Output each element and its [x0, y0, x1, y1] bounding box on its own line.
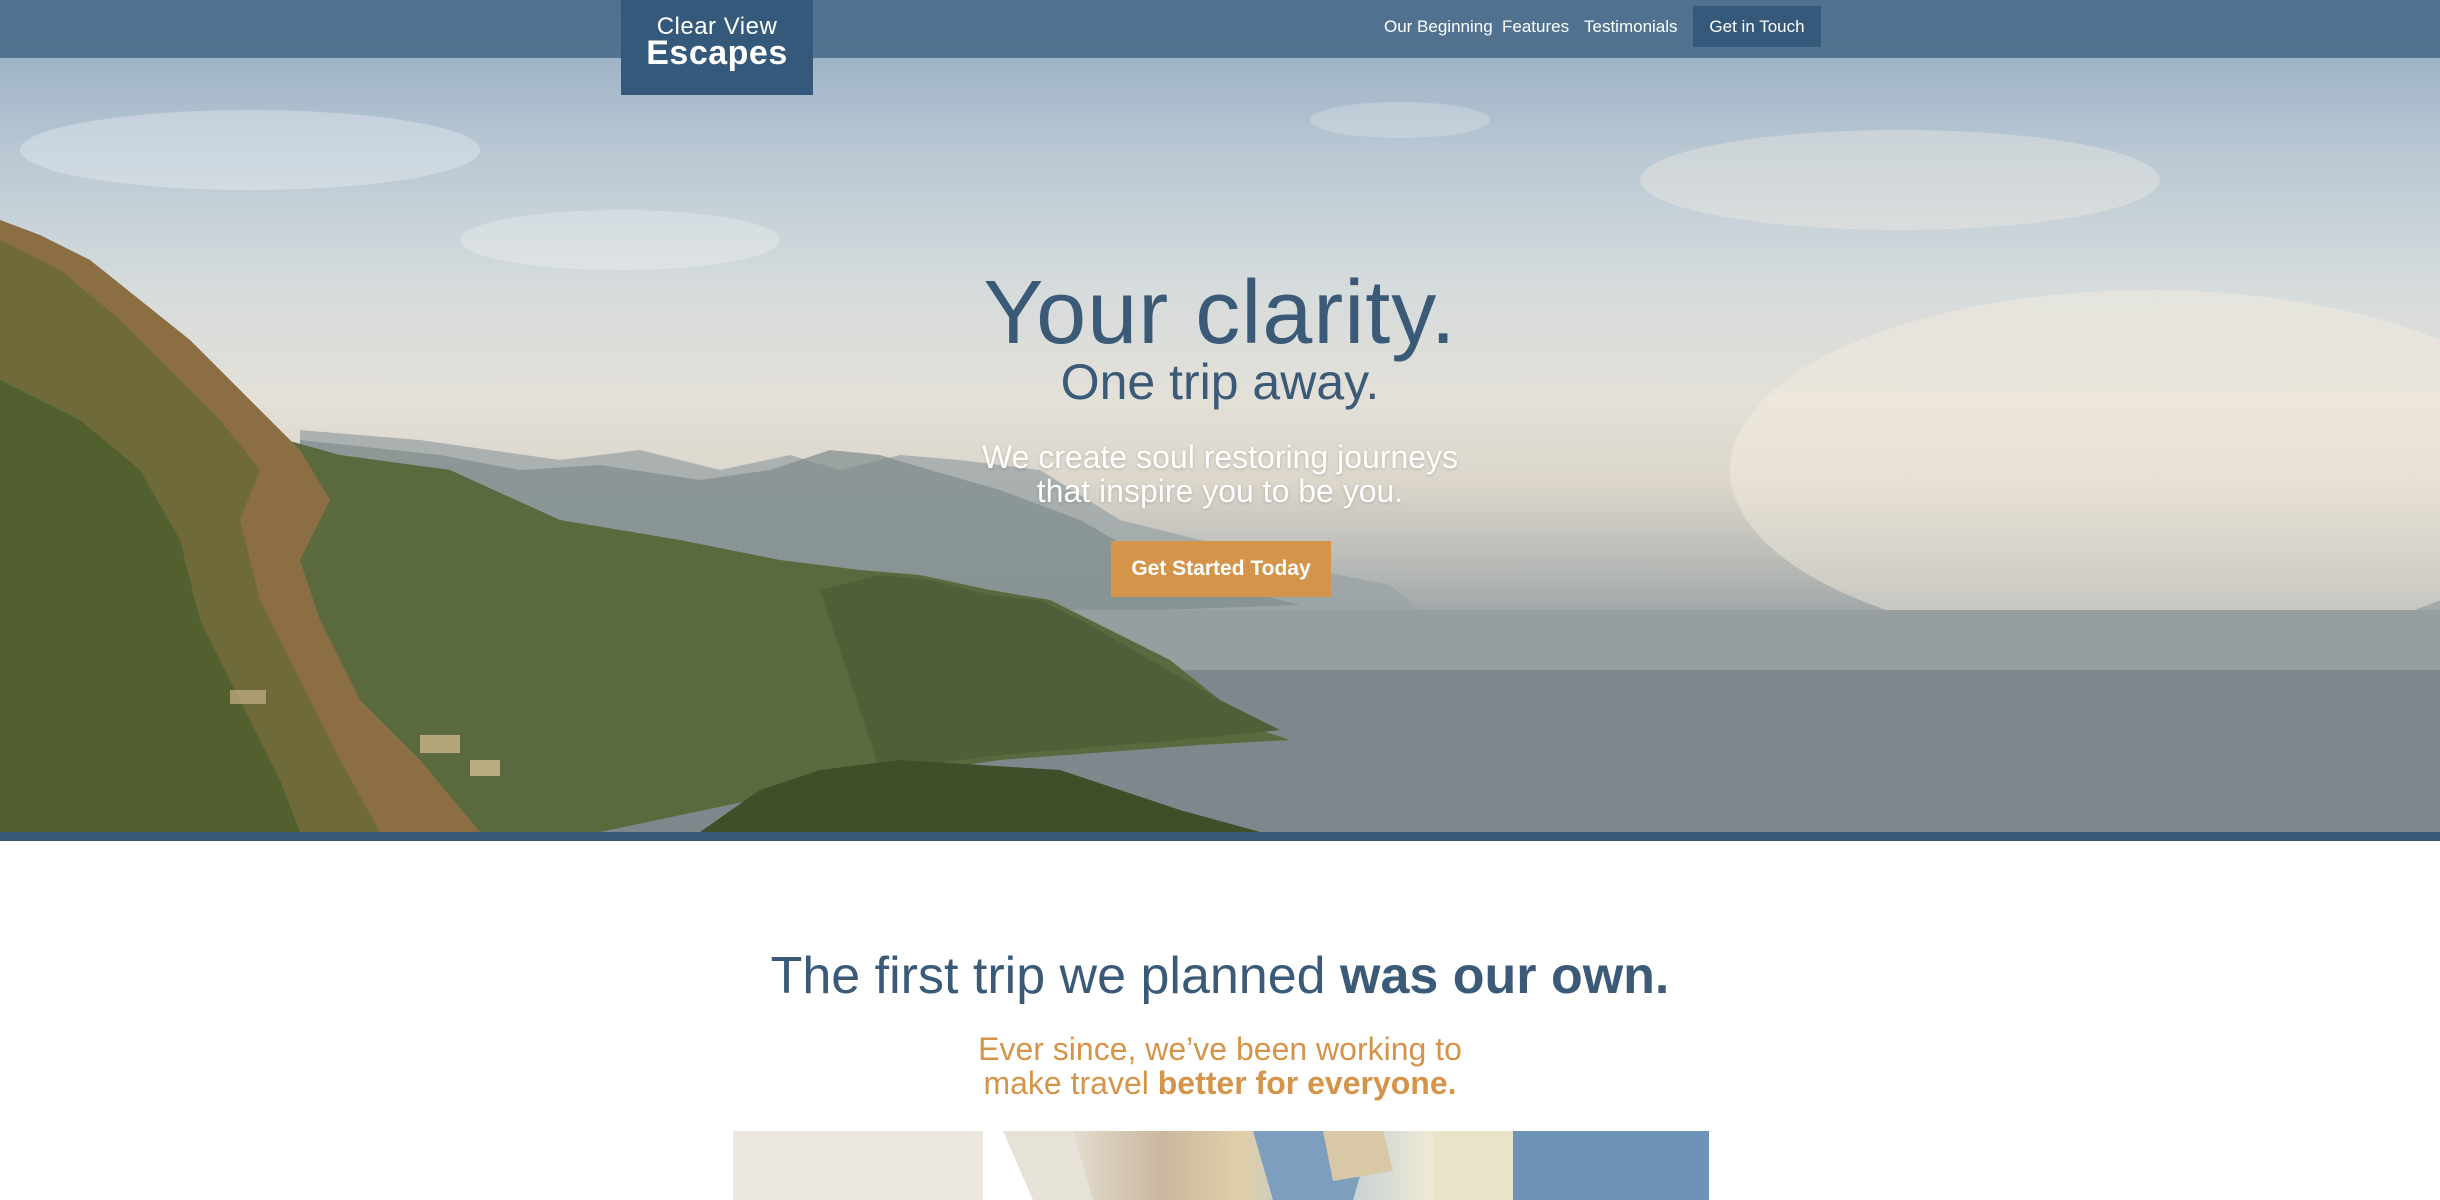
- top-navbar: [0, 0, 2440, 58]
- section-subtitle-line1: Ever since, we’ve been working to: [978, 1031, 1462, 1067]
- section-subtitle-light: make travel: [983, 1065, 1149, 1101]
- get-in-touch-button[interactable]: Get in Touch: [1693, 6, 1821, 47]
- hero-title: Your clarity.: [983, 263, 1457, 363]
- nav-link-our-beginning[interactable]: Our Beginning: [1384, 17, 1493, 37]
- travelers-photo-art: [733, 1131, 1709, 1200]
- section-title: The first trip we planned was our own.: [0, 946, 2440, 1006]
- hero-divider-band: [0, 832, 2440, 841]
- section-subtitle-bold: better for everyone.: [1157, 1065, 1457, 1101]
- section-subtitle: Ever since, we’ve been working to make t…: [0, 1032, 2440, 1100]
- nav-link-features[interactable]: Features: [1502, 17, 1569, 37]
- hero-description-line1: We create soul restoring journeys: [981, 439, 1459, 475]
- travelers-photo: [733, 1131, 1709, 1200]
- hero-description-line2: that inspire you to be you.: [1036, 473, 1404, 509]
- hero-section: [0, 0, 2440, 832]
- section-title-bold: was our own.: [1340, 947, 1670, 1005]
- hero-landscape-image: [0, 102, 2440, 832]
- logo-line2: Escapes: [646, 34, 788, 72]
- section-title-light: The first trip we planned: [770, 947, 1326, 1005]
- nav-link-testimonials[interactable]: Testimonials: [1584, 17, 1678, 37]
- get-started-button[interactable]: Get Started Today: [1111, 541, 1331, 597]
- section-subtitle-line2: make travel better for everyone.: [0, 1066, 2440, 1100]
- hero-description: We create soul restoring journeys that i…: [0, 440, 2440, 508]
- hero-subtitle: One trip away.: [1060, 354, 1380, 410]
- site-logo[interactable]: Clear View Escapes: [621, 0, 813, 95]
